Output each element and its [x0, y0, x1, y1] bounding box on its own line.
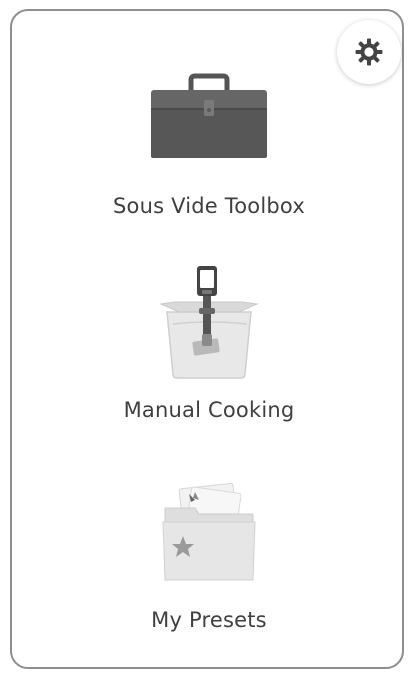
menu-label-manual-cooking: Manual Cooking — [123, 398, 295, 422]
folder-star-icon — [162, 482, 256, 581]
menu-label-my-presets: My Presets — [151, 608, 267, 632]
menu-label-toolbox: Sous Vide Toolbox — [113, 194, 305, 218]
menu-item-manual-cooking[interactable]: Manual Cooking — [20, 258, 398, 438]
toolbox-icon — [151, 73, 267, 158]
menu-item-toolbox[interactable]: Sous Vide Toolbox — [20, 68, 398, 228]
sous-vide-cooker-icon — [159, 266, 259, 379]
menu-item-my-presets[interactable]: My Presets — [20, 478, 398, 648]
gear-icon — [355, 38, 383, 66]
